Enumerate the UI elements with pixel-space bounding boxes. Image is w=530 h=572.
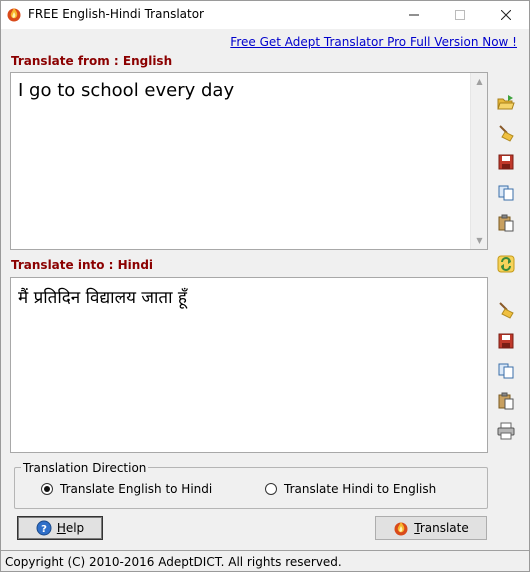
print-icon[interactable]	[497, 422, 515, 440]
copyright-text: Copyright (C) 2010-2016 AdeptDICT. All r…	[5, 555, 342, 569]
radio-label: Translate Hindi to English	[284, 482, 437, 496]
source-label: Translate from : English	[11, 54, 173, 68]
direction-legend: Translation Direction	[21, 461, 149, 475]
flame-icon	[7, 8, 21, 22]
svg-text:?: ?	[41, 524, 47, 535]
open-folder-icon[interactable]	[497, 94, 515, 112]
close-button[interactable]	[483, 1, 529, 29]
flame-icon	[394, 522, 408, 536]
translate-button[interactable]: Translate	[375, 516, 487, 540]
paste-icon[interactable]	[497, 392, 515, 410]
promo-link[interactable]: Free Get Adept Translator Pro Full Versi…	[230, 35, 517, 49]
scroll-down-icon[interactable]: ▼	[471, 232, 488, 249]
radio-hindi-to-english[interactable]: Translate Hindi to English	[265, 482, 436, 496]
source-text: I go to school every day	[18, 80, 235, 101]
help-button[interactable]: ? Help	[17, 516, 103, 540]
help-label: Help	[56, 521, 85, 535]
paste-icon[interactable]	[497, 214, 515, 232]
swap-refresh-icon[interactable]	[497, 255, 515, 273]
title-bar: FREE English-Hindi Translator	[1, 1, 529, 29]
app-window: FREE English-Hindi Translator Free Get A…	[0, 0, 530, 572]
save-disk-icon[interactable]	[497, 332, 515, 350]
target-text: मैं प्रतिदिन विद्यालय जाता हूँ	[18, 288, 187, 308]
target-textarea[interactable]: मैं प्रतिदिन विद्यालय जाता हूँ	[10, 277, 488, 453]
translate-label: Translate	[414, 521, 469, 535]
status-bar: Copyright (C) 2010-2016 AdeptDICT. All r…	[1, 550, 529, 571]
radio-selected-icon[interactable]	[41, 483, 53, 495]
copy-icon[interactable]	[497, 362, 515, 380]
minimize-button[interactable]	[391, 1, 437, 29]
scroll-up-icon[interactable]: ▲	[471, 73, 488, 90]
target-label: Translate into : Hindi	[11, 258, 154, 272]
clear-broom-icon[interactable]	[497, 301, 515, 319]
help-icon: ?	[36, 520, 52, 536]
minimize-icon	[409, 14, 419, 16]
source-scrollbar[interactable]: ▲ ▼	[470, 73, 487, 249]
radio-english-to-hindi[interactable]: Translate English to Hindi	[41, 482, 212, 496]
source-textarea[interactable]: I go to school every day ▲ ▼	[10, 72, 488, 250]
window-title: FREE English-Hindi Translator	[28, 7, 204, 21]
radio-label: Translate English to Hindi	[60, 482, 213, 496]
maximize-button[interactable]	[437, 1, 483, 29]
copy-icon[interactable]	[497, 184, 515, 202]
clear-broom-icon[interactable]	[497, 124, 515, 142]
maximize-icon	[455, 10, 465, 20]
save-disk-icon[interactable]	[497, 153, 515, 171]
radio-unselected-icon[interactable]	[265, 483, 277, 495]
close-icon	[501, 10, 511, 20]
